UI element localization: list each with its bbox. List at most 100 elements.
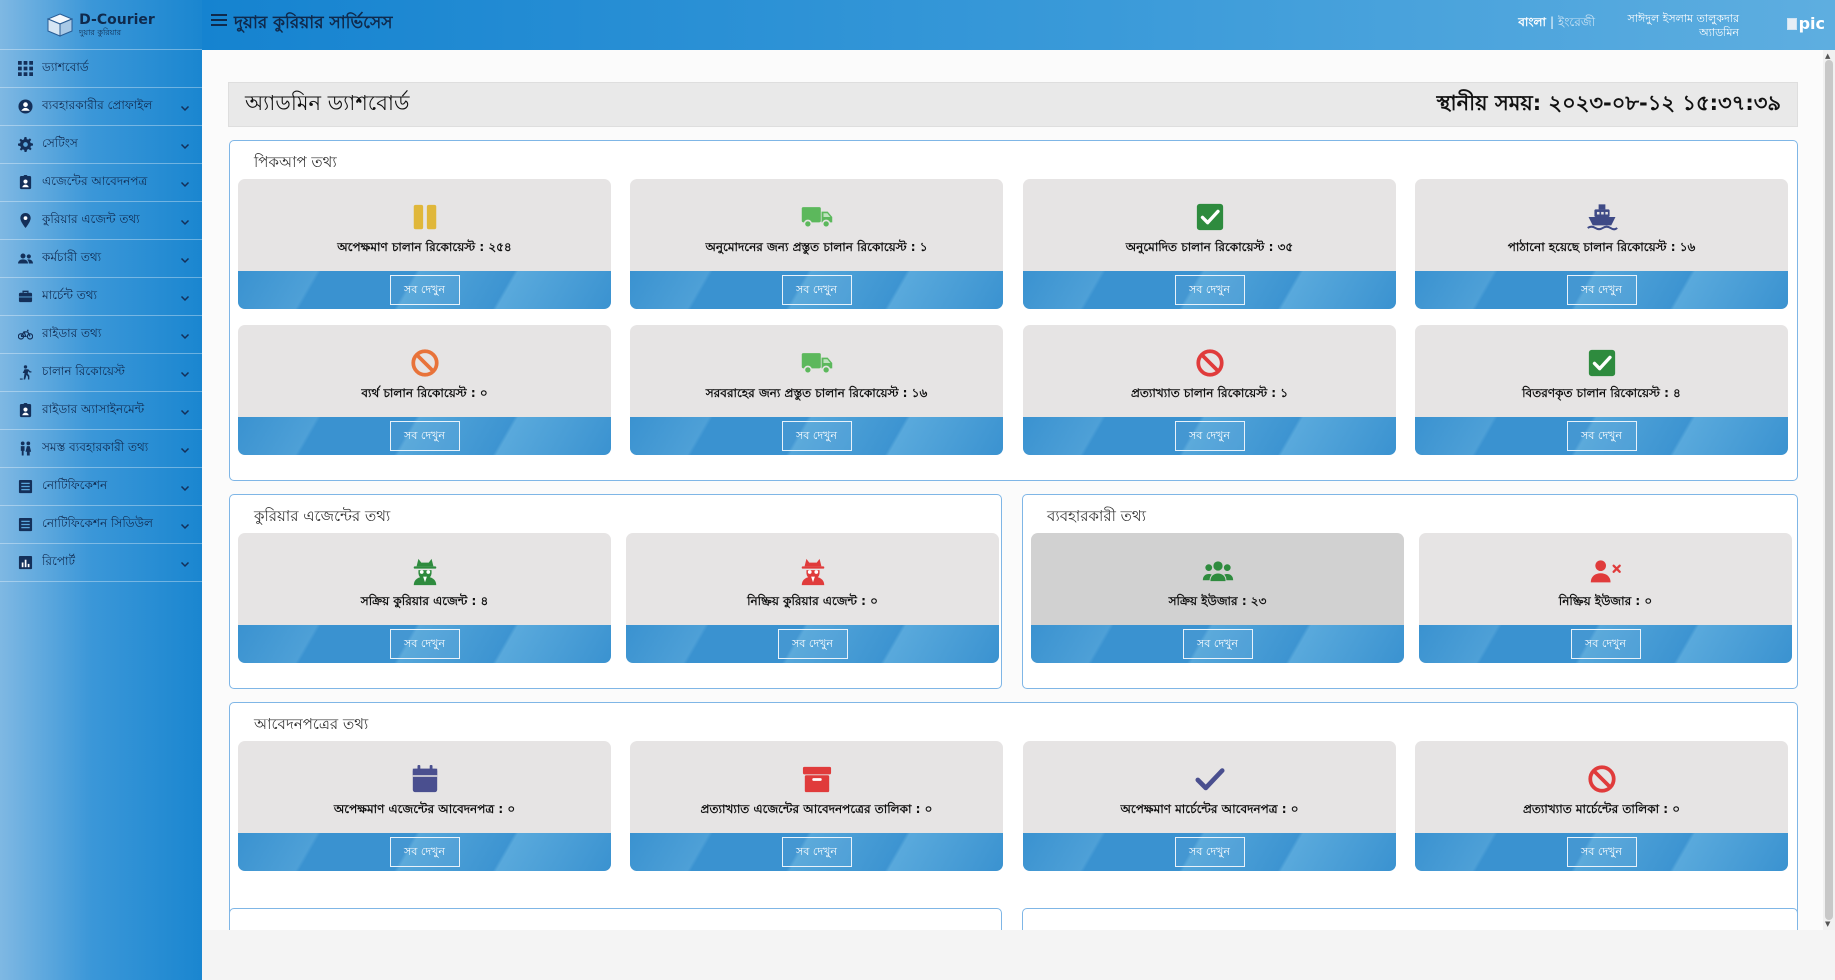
sidebar-item-label: রাইডার তথ্য — [42, 325, 102, 340]
view-all-button[interactable]: সব দেখুন — [1174, 275, 1245, 305]
card-body: অপেক্ষমাণ মার্চেন্টের আবেদনপত্র : ০ — [1023, 741, 1396, 833]
next-panel-left — [229, 908, 1002, 930]
sidebar-item-2[interactable]: সেটিংস — [0, 126, 202, 164]
local-time: স্থানীয় সময়: ২০২৩-০৮-১২ ১৫:৩৭:৩৯ — [1436, 91, 1781, 115]
card-label: বিতরণকৃত চালান রিকোয়েস্ট : ৪ — [1522, 386, 1681, 400]
sidebar-item-12[interactable]: নোটিফিকেশন সিডিউল — [0, 506, 202, 544]
card-label: অনুমোদনের জন্য প্রস্তুত চালান রিকোয়েস্ট… — [705, 240, 928, 254]
view-all-button[interactable]: সব দেখুন — [781, 421, 852, 451]
sidebar-item-13[interactable]: রিপোর্ট — [0, 544, 202, 582]
card-footer: সব দেখুন — [1415, 833, 1788, 871]
application-panel-title: আবেদনপত্রের তথ্য — [254, 715, 369, 733]
card-body: নিষ্ক্রিয় ইউজার : ০ — [1419, 533, 1792, 625]
scroll-down-icon[interactable]: ▼ — [1825, 920, 1830, 928]
sidebar-item-7[interactable]: রাইডার তথ্য — [0, 316, 202, 354]
sidebar-item-9[interactable]: রাইডার অ্যাসাইনমেন্ট — [0, 392, 202, 430]
sidebar-item-1[interactable]: ব্যবহারকারীর প্রোফাইল — [0, 88, 202, 126]
page-scrollbar[interactable]: ▲ ▼ — [1823, 50, 1835, 930]
briefcase-icon — [16, 288, 34, 306]
card-body: সক্রিয় ইউজার : ২৩ — [1031, 533, 1404, 625]
view-all-button[interactable]: সব দেখুন — [389, 629, 460, 659]
sidebar-item-10[interactable]: সমস্ত ব্যবহারকারী তথ্য — [0, 430, 202, 468]
user-info-panel: ব্যবহারকারী তথ্য সক্রিয় ইউজার : ২৩ সব দে… — [1022, 494, 1798, 689]
ship-icon — [1586, 201, 1618, 233]
view-all-button[interactable]: সব দেখুন — [1570, 629, 1641, 659]
scrollbar-thumb[interactable] — [1825, 60, 1833, 920]
application-info-panel: আবেদনপত্রের তথ্য অপেক্ষমাণ এজেন্টের আবেদ… — [229, 702, 1798, 930]
card-body: অনুমোদিত চালান রিকোয়েস্ট : ৩৫ — [1023, 179, 1396, 271]
card-footer: সব দেখুন — [630, 271, 1003, 309]
view-all-button[interactable]: সব দেখুন — [781, 837, 852, 867]
chevron-down-icon — [180, 482, 190, 492]
user-role: অ্যাডমিন — [1699, 26, 1739, 39]
truck-icon — [801, 201, 833, 233]
card-label: প্রত্যাখ্যাত এজেন্টের আবেদনপত্রের তালিকা… — [700, 802, 933, 816]
spy-icon — [797, 555, 829, 587]
user-x-icon — [1590, 555, 1622, 587]
broken-image-icon — [1786, 17, 1797, 30]
pickup-card-0: অপেক্ষমাণ চালান রিকোয়েস্ট : ২৫৪ সব দেখুন — [238, 179, 611, 309]
card-footer: সব দেখুন — [1023, 417, 1396, 455]
chevron-down-icon — [180, 558, 190, 568]
view-all-button[interactable]: সব দেখুন — [389, 275, 460, 305]
card-body: অপেক্ষমাণ এজেন্টের আবেদনপত্র : ০ — [238, 741, 611, 833]
menu-toggle-icon[interactable] — [211, 14, 227, 28]
grid-icon — [16, 60, 34, 78]
spy-icon — [409, 555, 441, 587]
view-all-button[interactable]: সব দেখুন — [1174, 421, 1245, 451]
ban-icon — [409, 347, 441, 379]
avatar-alt-text: pic — [1798, 14, 1825, 33]
chevron-down-icon — [180, 330, 190, 340]
sidebar-item-3[interactable]: এজেন্টের আবেদনপত্র — [0, 164, 202, 202]
chevron-down-icon — [180, 254, 190, 264]
next-panel-right — [1022, 908, 1798, 930]
archive-icon — [801, 763, 833, 795]
view-all-button[interactable]: সব দেখুন — [389, 837, 460, 867]
sidebar-item-4[interactable]: কুরিয়ার এজেন্ট তথ্য — [0, 202, 202, 240]
sidebar-item-label: এজেন্টের আবেদনপত্র — [42, 173, 148, 188]
card-label: অপেক্ষমাণ মার্চেন্টের আবেদনপত্র : ০ — [1120, 802, 1299, 816]
view-all-button[interactable]: সব দেখুন — [781, 275, 852, 305]
view-all-button[interactable]: সব দেখুন — [1566, 421, 1637, 451]
pickup-card-7: বিতরণকৃত চালান রিকোয়েস্ট : ৪ সব দেখুন — [1415, 325, 1788, 455]
user-info[interactable]: সাঈদুল ইসলাম তালুকদার অ্যাডমিন — [1628, 12, 1739, 40]
walking-person-icon — [16, 364, 34, 382]
avatar[interactable]: pic — [1786, 14, 1825, 33]
card-footer: সব দেখুন — [1031, 625, 1404, 663]
card-footer: সব দেখুন — [630, 833, 1003, 871]
agents-card-0: সক্রিয় কুরিয়ার এজেন্ট : ৪ সব দেখুন — [238, 533, 611, 663]
lang-english-link[interactable]: ইংরেজী — [1558, 15, 1595, 29]
sidebar-item-11[interactable]: নোটিফিকেশন — [0, 468, 202, 506]
people-icon — [16, 440, 34, 458]
list-icon — [16, 516, 34, 534]
view-all-button[interactable]: সব দেখুন — [1182, 629, 1253, 659]
sidebar-item-6[interactable]: মার্চেন্ট তথ্য — [0, 278, 202, 316]
lang-bangla-link[interactable]: বাংলা — [1518, 15, 1546, 29]
view-all-button[interactable]: সব দেখুন — [1174, 837, 1245, 867]
view-all-button[interactable]: সব দেখুন — [1566, 837, 1637, 867]
sidebar-item-5[interactable]: কর্মচারী তথ্য — [0, 240, 202, 278]
scroll-up-icon[interactable]: ▲ — [1825, 52, 1830, 60]
id-badge-icon — [16, 402, 34, 420]
sidebar-item-8[interactable]: চালান রিকোয়েস্ট — [0, 354, 202, 392]
card-footer: সব দেখুন — [1415, 271, 1788, 309]
agents-card-1: নিষ্ক্রিয় কুরিয়ার এজেন্ট : ০ সব দেখুন — [626, 533, 999, 663]
logo-subtitle: দুয়ার কুরিয়ার — [79, 27, 122, 37]
view-all-button[interactable]: সব দেখুন — [389, 421, 460, 451]
sidebar-item-label: ব্যবহারকারীর প্রোফাইল — [42, 97, 153, 112]
sidebar-item-label: রাইডার অ্যাসাইনমেন্ট — [42, 401, 145, 416]
applications-card-3: প্রত্যাখ্যাত মার্চেন্টের তালিকা : ০ সব দে… — [1415, 741, 1788, 871]
logo[interactable]: D-Courier দুয়ার কুরিয়ার — [0, 0, 202, 50]
view-all-button[interactable]: সব দেখুন — [777, 629, 848, 659]
card-label: ব্যর্থ চালান রিকোয়েস্ট : ০ — [361, 386, 488, 400]
app-title: দুয়ার কুরিয়ার সার্ভিসেস — [234, 13, 393, 33]
card-body: সক্রিয় কুরিয়ার এজেন্ট : ৪ — [238, 533, 611, 625]
sidebar-item-0[interactable]: ড্যাশবোর্ড — [0, 50, 202, 88]
card-label: সরবরাহের জন্য প্রস্তুত চালান রিকোয়েস্ট … — [705, 386, 928, 400]
pickup-info-panel: পিকআপ তথ্য অপেক্ষমাণ চালান রিকোয়েস্ট : … — [229, 140, 1798, 481]
chevron-down-icon — [180, 102, 190, 112]
pickup-card-3: পাঠানো হয়েছে চালান রিকোয়েস্ট : ১৬ সব দে… — [1415, 179, 1788, 309]
view-all-button[interactable]: সব দেখুন — [1566, 275, 1637, 305]
card-label: প্রত্যাখ্যাত মার্চেন্টের তালিকা : ০ — [1522, 802, 1681, 816]
bar-chart-icon — [16, 554, 34, 572]
